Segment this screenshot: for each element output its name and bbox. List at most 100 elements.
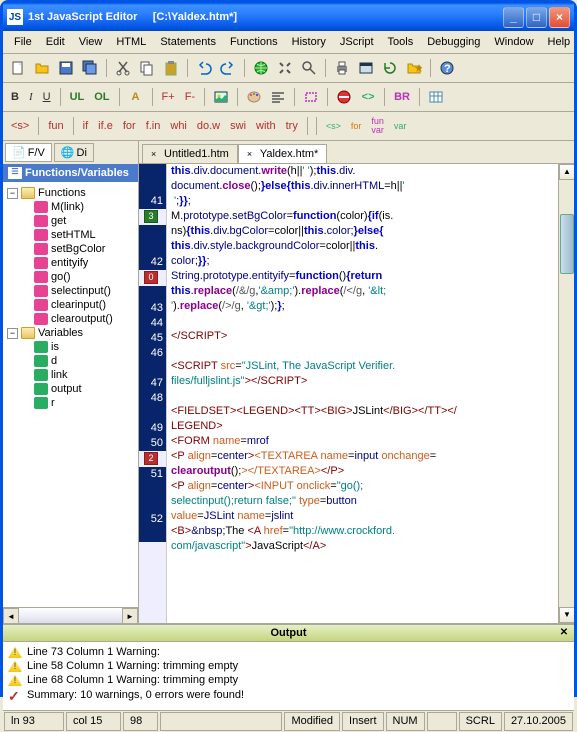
sidebar-tab-di[interactable]: 🌐Di	[54, 143, 94, 162]
image-icon[interactable]	[210, 86, 232, 108]
tree-var-item[interactable]: is	[23, 340, 134, 354]
tools-icon[interactable]	[274, 57, 296, 79]
tree-func-item[interactable]: entityify	[23, 256, 134, 270]
menu-view[interactable]: View	[73, 34, 109, 50]
br-button[interactable]: BR	[390, 89, 414, 105]
editor-tab[interactable]: ×Yaldex.htm*	[238, 144, 328, 163]
refresh-icon[interactable]	[379, 57, 401, 79]
maximize-button[interactable]: □	[526, 7, 547, 28]
noentry-icon[interactable]	[333, 86, 355, 108]
print-icon[interactable]	[331, 57, 353, 79]
snippet-if[interactable]: if	[79, 118, 93, 134]
snippet2-0[interactable]: <s>	[322, 120, 345, 133]
menu-history[interactable]: History	[286, 34, 332, 50]
open-file-icon[interactable]	[31, 57, 53, 79]
snippet-for[interactable]: for	[119, 118, 140, 134]
menu-tools[interactable]: Tools	[382, 34, 420, 50]
scroll-right-icon[interactable]: ►	[122, 608, 138, 624]
snippet-s[interactable]: <s>	[7, 118, 33, 134]
tree-functions-node[interactable]: − Functions	[7, 186, 134, 200]
find-icon[interactable]	[298, 57, 320, 79]
tree-func-item[interactable]: clearoutput()	[23, 312, 134, 326]
code-content[interactable]: this.div.document.write(h||' ');this.div…	[167, 164, 558, 623]
tab-close-icon[interactable]: ×	[247, 149, 257, 159]
output-body[interactable]: !Line 73 Column 1 Warning: inserting "ty…	[3, 642, 574, 710]
tree-var-item[interactable]: r	[23, 396, 134, 410]
new-file-icon[interactable]	[7, 57, 29, 79]
bookmark-icon[interactable]: 0	[144, 271, 158, 284]
close-button[interactable]: ×	[549, 7, 570, 28]
tag-color-icon[interactable]: <>	[357, 86, 379, 108]
save-icon[interactable]	[55, 57, 77, 79]
snippet-ife[interactable]: if.e	[94, 118, 117, 134]
rect-icon[interactable]	[300, 86, 322, 108]
scroll-left-icon[interactable]: ◄	[3, 608, 19, 624]
snippet-swi[interactable]: swi	[226, 118, 250, 134]
tab-close-icon[interactable]: ×	[151, 149, 161, 159]
web-icon[interactable]	[355, 57, 377, 79]
help-icon[interactable]: ?	[436, 57, 458, 79]
italic-button[interactable]: I	[25, 89, 37, 105]
redo-icon[interactable]	[217, 57, 239, 79]
sidebar-tab-fv[interactable]: 📄F/V	[5, 143, 52, 162]
output-warning-line[interactable]: !Line 58 Column 1 Warning: trimming empt…	[8, 659, 569, 673]
bold-button[interactable]: B	[7, 89, 23, 105]
tree-var-item[interactable]: output	[23, 382, 134, 396]
ol-button[interactable]: OL	[90, 89, 113, 105]
menu-debugging[interactable]: Debugging	[421, 34, 486, 50]
snippet-fin[interactable]: f.in	[142, 118, 165, 134]
snippet-whi[interactable]: whi	[166, 118, 191, 134]
collapse-icon[interactable]: −	[7, 188, 18, 199]
editor-tab[interactable]: ×Untitled1.htm	[142, 144, 238, 163]
menu-help[interactable]: Help	[542, 34, 577, 50]
snippet2-1[interactable]: for	[347, 120, 366, 133]
tree-func-item[interactable]: clearinput()	[23, 298, 134, 312]
tree-func-item[interactable]: get	[23, 214, 134, 228]
gutter[interactable]: 413420434445464748495025152	[139, 164, 167, 623]
menu-edit[interactable]: Edit	[40, 34, 71, 50]
menu-file[interactable]: File	[8, 34, 38, 50]
font-color-icon[interactable]: A	[125, 86, 147, 108]
menu-html[interactable]: HTML	[110, 34, 152, 50]
tree-var-item[interactable]: d	[23, 354, 134, 368]
output-warning-line[interactable]: !Line 68 Column 1 Warning: trimming empt…	[8, 673, 569, 687]
tree-func-item[interactable]: setHTML	[23, 228, 134, 242]
snippet2-3[interactable]: var	[390, 120, 411, 133]
ul-button[interactable]: UL	[66, 89, 89, 105]
tree-func-item[interactable]: go()	[23, 270, 134, 284]
undo-icon[interactable]	[193, 57, 215, 79]
save-all-icon[interactable]	[79, 57, 101, 79]
menu-functions[interactable]: Functions	[224, 34, 284, 50]
snippet-try[interactable]: try	[282, 118, 302, 134]
menu-jscript[interactable]: JScript	[334, 34, 380, 50]
bookmark-icon[interactable]: 3	[144, 210, 158, 223]
minimize-button[interactable]: _	[503, 7, 524, 28]
snippet-fun[interactable]: fun	[44, 118, 67, 134]
tree-variables-node[interactable]: − Variables	[7, 326, 134, 340]
output-warning-line[interactable]: !Line 73 Column 1 Warning: inserting "ty…	[8, 645, 569, 659]
align-icon[interactable]	[267, 86, 289, 108]
tree-view[interactable]: − Functions M(link)getsetHTMLsetBgColore…	[3, 182, 138, 607]
snippet-with[interactable]: with	[252, 118, 280, 134]
scroll-up-icon[interactable]: ▲	[559, 164, 574, 180]
tree-func-item[interactable]: selectinput()	[23, 284, 134, 298]
tree-func-item[interactable]: M(link)	[23, 200, 134, 214]
vertical-scrollbar[interactable]: ▲ ▼	[558, 164, 574, 623]
underline-button[interactable]: U	[39, 89, 55, 105]
globe-icon[interactable]	[250, 57, 272, 79]
copy-icon[interactable]	[136, 57, 158, 79]
font-plus-button[interactable]: F+	[158, 89, 179, 105]
folder-star-icon[interactable]: ★	[403, 57, 425, 79]
table-icon[interactable]	[425, 86, 447, 108]
snippet2-2[interactable]: fun var	[367, 115, 388, 137]
snippet-dow[interactable]: do.w	[193, 118, 224, 134]
palette-icon[interactable]	[243, 86, 265, 108]
tree-func-item[interactable]: setBgColor	[23, 242, 134, 256]
cut-icon[interactable]	[112, 57, 134, 79]
output-close-icon[interactable]: ✕	[557, 627, 571, 641]
paste-icon[interactable]	[160, 57, 182, 79]
collapse-icon[interactable]: −	[7, 328, 18, 339]
menu-window[interactable]: Window	[488, 34, 539, 50]
scroll-thumb[interactable]	[560, 214, 574, 274]
output-summary-line[interactable]: ✓Summary: 10 warnings, 0 errors were fou…	[8, 687, 569, 703]
